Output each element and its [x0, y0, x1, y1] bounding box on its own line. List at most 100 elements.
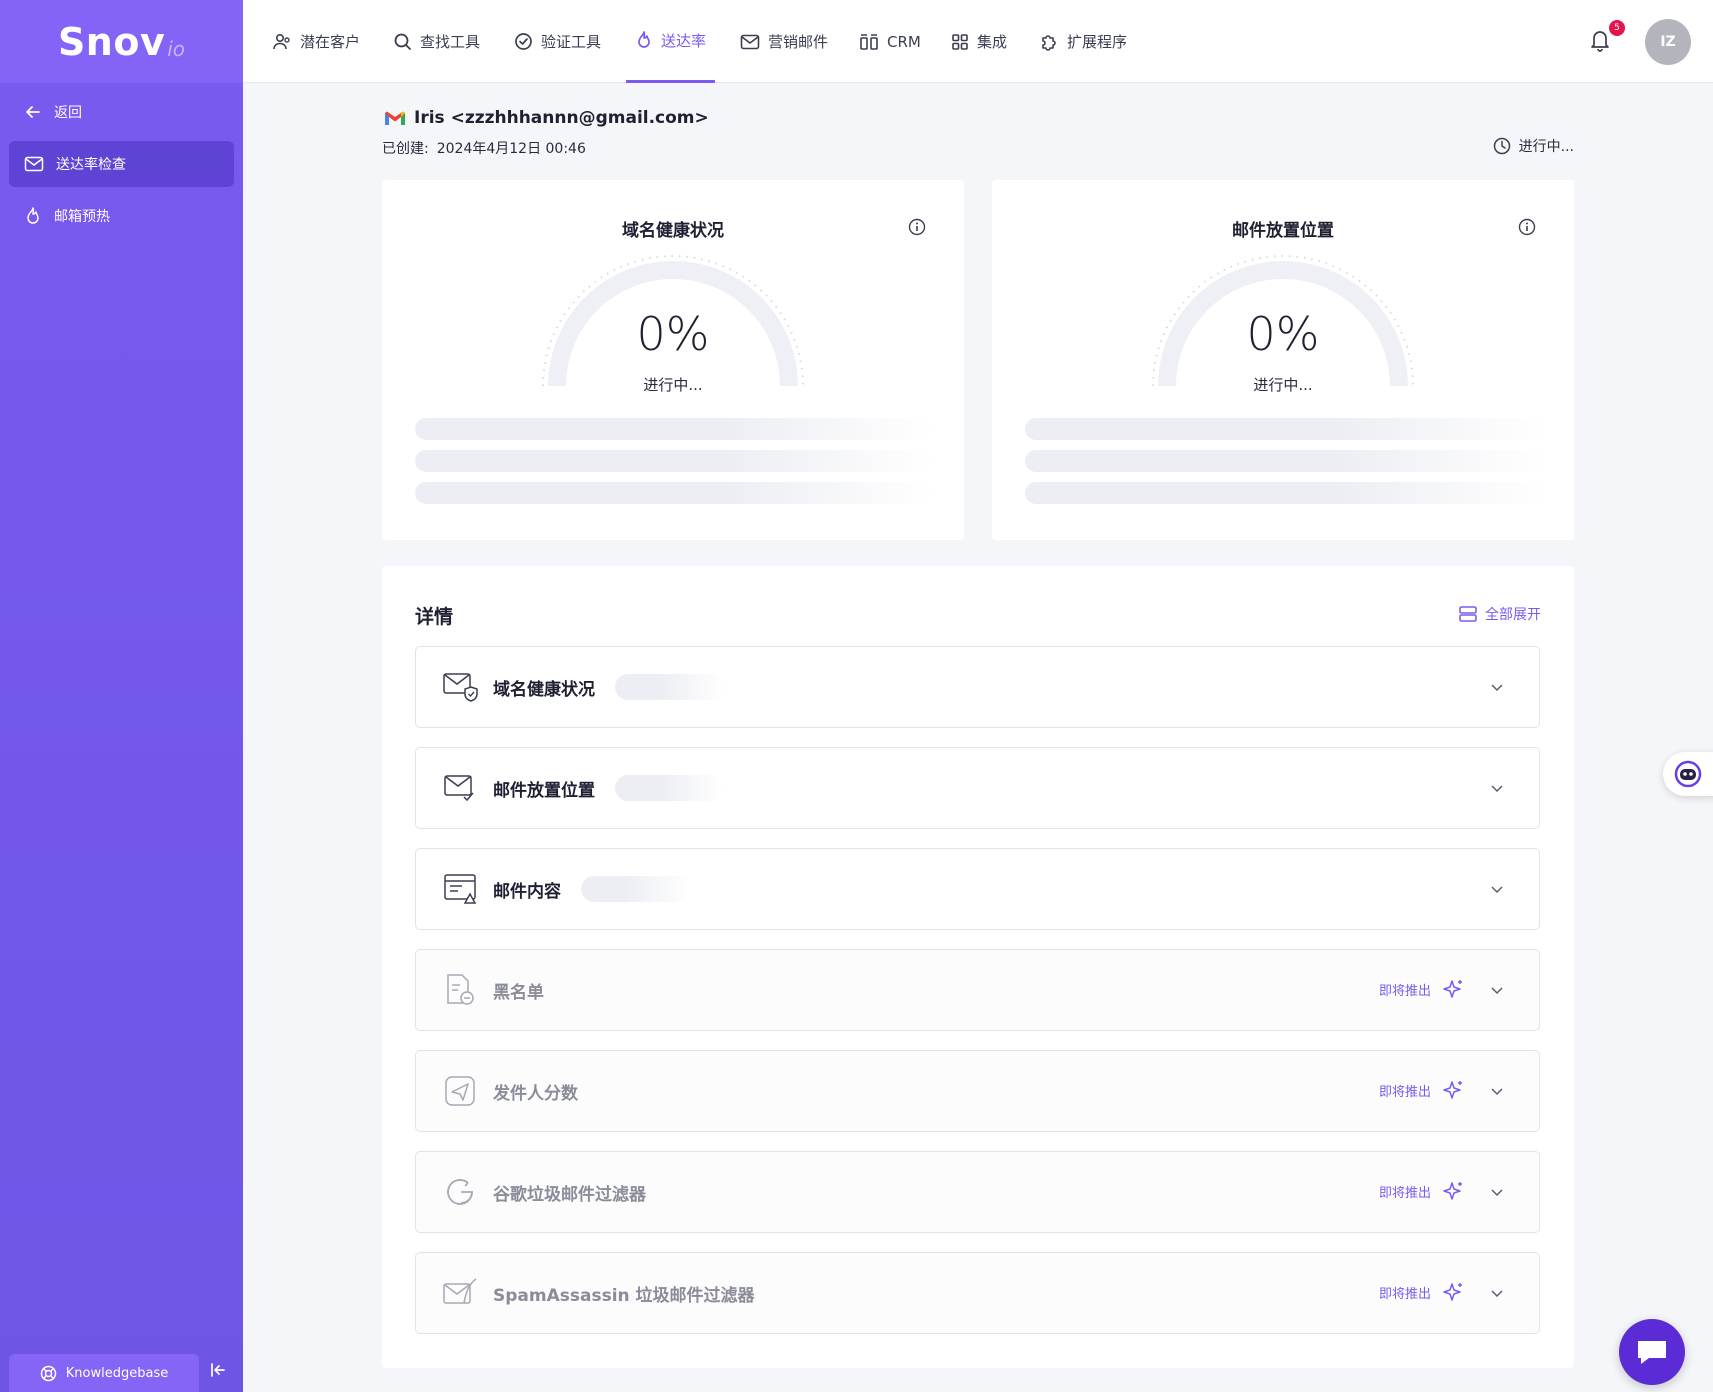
knowledgebase-button[interactable]: Knowledgebase: [9, 1354, 199, 1392]
loading-skeleton: [415, 418, 935, 440]
coming-soon-label: 即将推出: [1378, 1287, 1431, 1302]
robot-icon: [1674, 760, 1702, 788]
sender-email: Iris <zzzhhhannn@gmail.com>: [384, 108, 709, 128]
nav-verifier[interactable]: 验证工具: [514, 0, 601, 83]
coming-soon-label: 即将推出: [1378, 1085, 1431, 1100]
sidebar: Snov io 返回 送达率检查 邮箱预热 Knowledgebase: [0, 0, 243, 1392]
top-navigation: 潜在客户 查找工具 验证工具 送达率 营销邮件 CRM 集成 扩展程序 5 IZ: [243, 0, 1713, 83]
sidebar-item-deliverability-check[interactable]: 送达率检查: [9, 141, 234, 187]
nav-campaigns[interactable]: 营销邮件: [740, 0, 828, 83]
details-row-email-content[interactable]: 邮件内容: [415, 848, 1540, 930]
chevron-down-icon[interactable]: [1489, 1083, 1505, 1099]
spam-filter-icon: [442, 1274, 480, 1312]
nav-crm[interactable]: CRM: [859, 0, 921, 83]
chevron-down-icon[interactable]: [1489, 1184, 1505, 1200]
mail-content-icon: [442, 870, 480, 908]
nav-label: 送达率: [661, 31, 707, 50]
coming-soon-label: 即将推出: [1378, 1186, 1431, 1201]
loading-skeleton: [415, 450, 935, 472]
nav-integrations[interactable]: 集成: [951, 0, 1007, 83]
expand-all-button[interactable]: 全部展开: [1458, 604, 1541, 624]
row-label: 域名健康状况: [493, 679, 595, 700]
sidebar-item-warmup[interactable]: 邮箱预热: [9, 193, 234, 239]
mail-check-icon: [442, 769, 480, 807]
sidebar-item-label: 送达率检查: [56, 157, 126, 173]
chevron-down-icon[interactable]: [1489, 1285, 1505, 1301]
ai-assistant-button[interactable]: [1663, 752, 1713, 796]
nav-prospects[interactable]: 潜在客户: [272, 0, 360, 83]
logo-brand: Snov: [57, 19, 166, 64]
status-text: 进行中...: [1518, 139, 1574, 155]
knowledgebase-label: Knowledgebase: [65, 1365, 169, 1381]
loading-skeleton: [581, 876, 691, 902]
chat-support-button[interactable]: [1619, 1319, 1685, 1385]
gmail-icon: [385, 111, 405, 125]
loading-skeleton: [1025, 418, 1545, 440]
collapse-sidebar-icon[interactable]: [208, 1360, 228, 1384]
grid-icon: [952, 33, 968, 50]
search-icon: [394, 33, 411, 50]
check-status: 进行中...: [1493, 136, 1574, 156]
gauge-label: 进行中...: [643, 376, 703, 394]
row-label: 黑名单: [493, 982, 544, 1003]
created-label: 已创建:: [382, 141, 429, 157]
row-label: SpamAssassin 垃圾邮件过滤器: [493, 1285, 755, 1306]
domain-health-card: 域名健康状况 0% 进行中...: [382, 180, 964, 540]
logo[interactable]: Snov io: [0, 0, 243, 83]
nav-label: 扩展程序: [1067, 33, 1128, 51]
send-icon: [442, 1072, 480, 1110]
nav-label: 潜在客户: [300, 33, 361, 51]
chevron-down-icon[interactable]: [1489, 679, 1505, 695]
chat-icon: [1638, 1341, 1666, 1364]
nav-extensions[interactable]: 扩展程序: [1039, 0, 1127, 83]
sparkle-icon: [1443, 1081, 1462, 1099]
lifebuoy-icon: [40, 1365, 57, 1381]
clock-icon: [1493, 137, 1510, 155]
chevron-down-icon[interactable]: [1489, 982, 1505, 998]
avatar[interactable]: IZ: [1645, 19, 1691, 65]
details-row-domain-health[interactable]: 域名健康状况: [415, 646, 1540, 728]
nav-label: 集成: [977, 33, 1008, 51]
chevron-down-icon[interactable]: [1489, 881, 1505, 897]
gauge-value: 0%: [636, 307, 710, 361]
blacklist-icon: [442, 971, 480, 1009]
sidebar-item-back[interactable]: 返回: [9, 89, 234, 135]
chevron-down-icon[interactable]: [1489, 780, 1505, 796]
nav-label: CRM: [887, 32, 921, 51]
nav-label: 查找工具: [420, 33, 481, 51]
nav-finder[interactable]: 查找工具: [393, 0, 480, 83]
row-label: 谷歌垃圾邮件过滤器: [493, 1184, 646, 1205]
row-label: 邮件内容: [493, 881, 561, 902]
nav-deliverability[interactable]: 送达率: [626, 0, 716, 83]
expand-icon: [1459, 606, 1477, 622]
arrow-left-icon: [26, 106, 40, 118]
sender-email-text: Iris <zzzhhhannn@gmail.com>: [414, 108, 709, 128]
puzzle-icon: [1042, 34, 1056, 51]
details-row-sender-score[interactable]: 发件人分数 即将推出: [415, 1050, 1540, 1132]
info-icon[interactable]: [1518, 218, 1536, 240]
nav-label: 验证工具: [541, 33, 602, 51]
details-title: 详情: [415, 606, 454, 628]
row-label: 邮件放置位置: [493, 780, 595, 801]
coming-soon-label: 即将推出: [1378, 984, 1431, 999]
loading-skeleton: [615, 775, 725, 801]
mail-check-icon: [24, 156, 44, 172]
flame-icon: [638, 31, 650, 48]
details-row-inbox-placement[interactable]: 邮件放置位置: [415, 747, 1540, 829]
info-icon[interactable]: [908, 218, 926, 240]
bell-icon[interactable]: [1589, 28, 1611, 56]
loading-skeleton: [415, 482, 935, 504]
nav-label: 营销邮件: [768, 33, 829, 51]
created-date: 已创建: 2024年4月12日 00:46: [382, 138, 586, 158]
flame-icon: [27, 207, 39, 224]
card-title: 域名健康状况: [622, 221, 724, 241]
logo-suffix: io: [167, 36, 186, 61]
loading-skeleton: [615, 674, 725, 700]
details-row-blacklist[interactable]: 黑名单 即将推出: [415, 949, 1540, 1031]
gauge-label: 进行中...: [1253, 376, 1313, 394]
details-row-spamassassin-filter[interactable]: SpamAssassin 垃圾邮件过滤器 即将推出: [415, 1252, 1540, 1334]
loading-skeleton: [1025, 450, 1545, 472]
details-row-google-spam-filter[interactable]: 谷歌垃圾邮件过滤器 即将推出: [415, 1151, 1540, 1233]
details-panel: 详情 全部展开 域名健康状况 邮件放置位置 邮件内容 黑名单 即将推出 发件人分…: [382, 566, 1574, 1368]
row-label: 发件人分数: [493, 1083, 578, 1104]
